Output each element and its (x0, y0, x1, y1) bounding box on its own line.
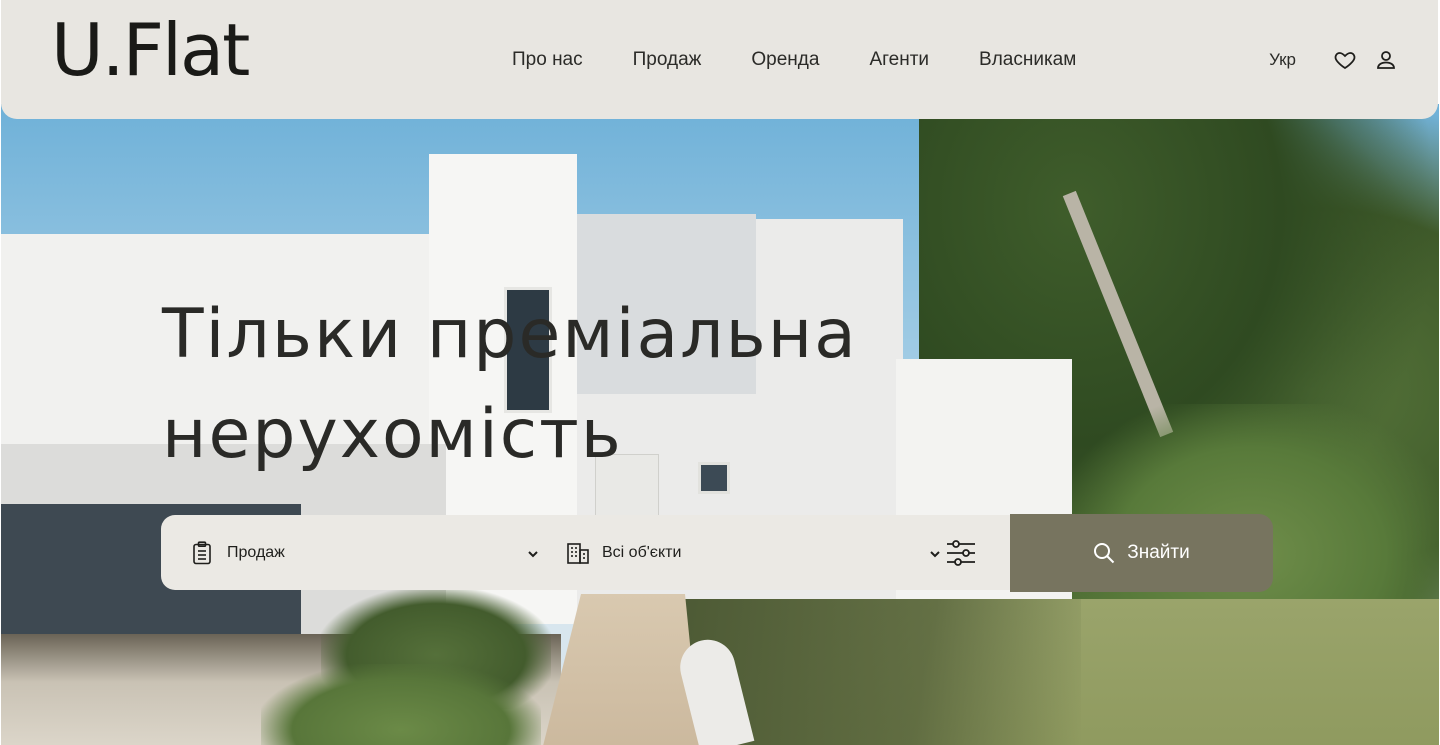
filter-icon[interactable] (945, 539, 977, 567)
logo[interactable]: U.Flat (51, 14, 250, 86)
property-search-bar: Продаж Всі об'єкти Знайти (161, 514, 1273, 592)
search-fields: Продаж Всі об'єкти (161, 515, 1031, 590)
hero-title: Тільки преміальна нерухомість (162, 285, 1062, 485)
search-button[interactable]: Знайти (1010, 514, 1273, 592)
deal-type-select[interactable]: Продаж (191, 515, 539, 590)
property-type-value: Всі об'єкти (602, 543, 682, 561)
chevron-down-icon (929, 547, 941, 559)
main-nav: Про нас Продаж Оренда Агенти Власникам (512, 48, 1126, 72)
header-utilities: Укр (1269, 48, 1398, 72)
language-switcher[interactable]: Укр (1269, 48, 1296, 72)
search-icon (1093, 542, 1115, 564)
deal-type-value: Продаж (227, 543, 285, 561)
user-icon[interactable] (1374, 48, 1398, 72)
nav-agents[interactable]: Агенти (869, 48, 929, 72)
clipboard-icon (191, 540, 213, 565)
site-header: U.Flat Про нас Продаж Оренда Агенти Влас… (1, 0, 1438, 119)
nav-sale[interactable]: Продаж (633, 48, 702, 72)
heart-icon[interactable] (1333, 48, 1357, 72)
hero-title-line2: нерухомість (162, 395, 623, 474)
hero-shrub (261, 664, 541, 745)
nav-owners[interactable]: Власникам (979, 48, 1076, 72)
nav-about[interactable]: Про нас (512, 48, 583, 72)
building-icon (566, 541, 589, 565)
hero-title-line1: Тільки преміальна (162, 295, 858, 374)
property-type-select[interactable]: Всі об'єкти (566, 515, 941, 590)
chevron-down-icon (527, 547, 539, 559)
search-button-label: Знайти (1127, 542, 1190, 563)
nav-rent[interactable]: Оренда (751, 48, 819, 72)
